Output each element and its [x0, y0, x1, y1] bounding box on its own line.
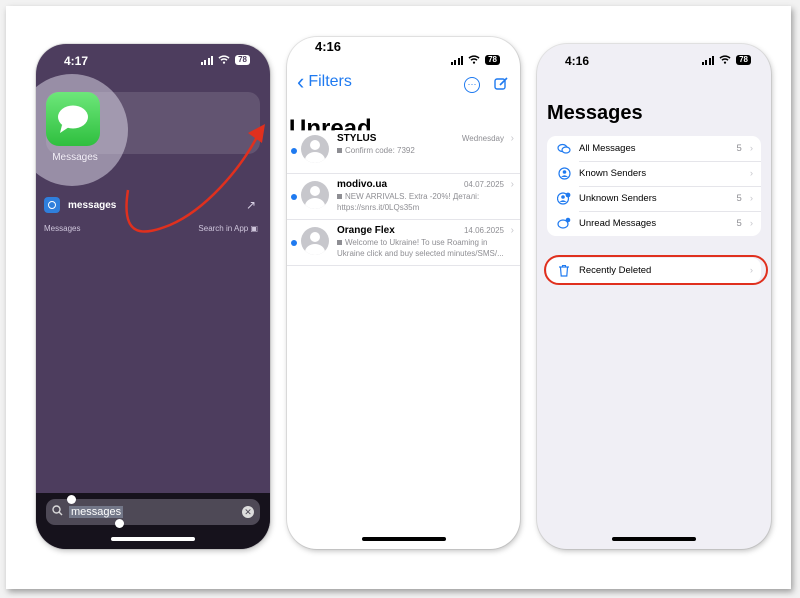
annotation-arrow [125, 124, 265, 233]
